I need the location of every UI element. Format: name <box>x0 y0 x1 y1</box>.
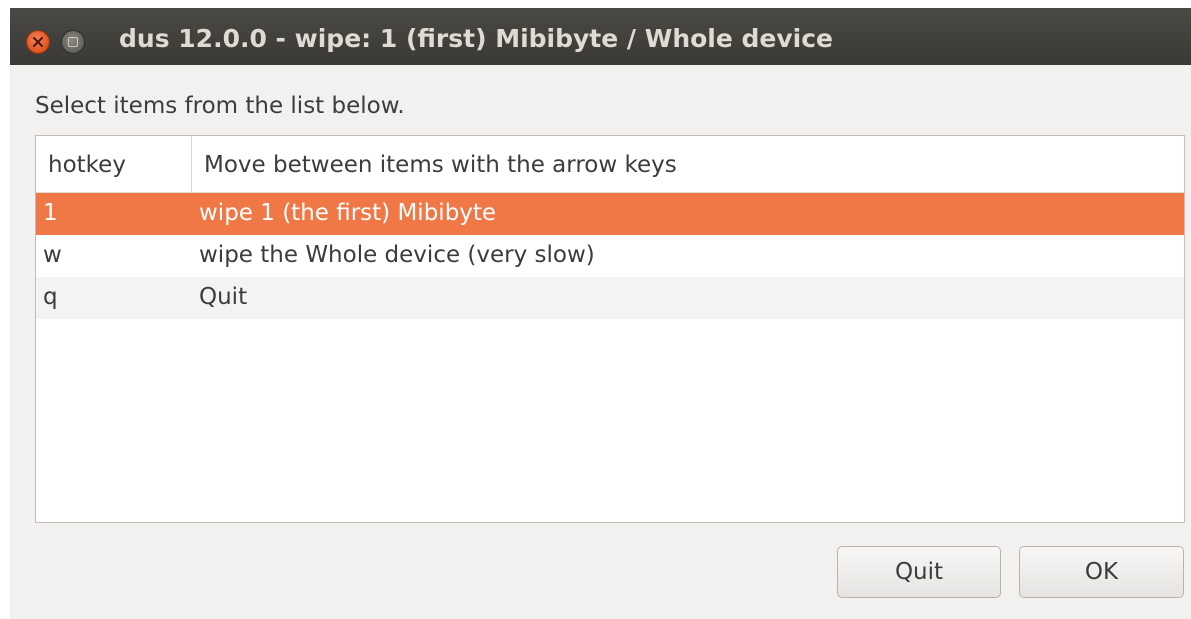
column-header-description-label: Move between items with the arrow keys <box>204 152 677 178</box>
list-item-hotkey: q <box>43 284 58 310</box>
close-icon <box>33 37 43 47</box>
list-item-description: wipe the Whole device (very slow) <box>199 242 595 268</box>
list-item[interactable]: q Quit <box>36 277 1184 319</box>
ok-button[interactable]: OK <box>1019 546 1184 598</box>
list-header: hotkey Move between items with the arrow… <box>36 136 1184 193</box>
list-item-description: wipe 1 (the first) Mibibyte <box>199 200 497 226</box>
item-list[interactable]: hotkey Move between items with the arrow… <box>35 135 1185 523</box>
minimize-icon <box>68 37 78 47</box>
list-item[interactable]: 1 wipe 1 (the first) Mibibyte <box>36 193 1184 235</box>
minimize-button[interactable] <box>61 30 85 54</box>
list-item-description: Quit <box>199 284 248 310</box>
list-item-hotkey: 1 <box>43 200 58 226</box>
dialog-window: dus 12.0.0 - wipe: 1 (first) Mibibyte / … <box>10 8 1191 619</box>
column-header-hotkey-label: hotkey <box>48 152 126 178</box>
list-item[interactable]: w wipe the Whole device (very slow) <box>36 235 1184 277</box>
list-item-hotkey: w <box>43 242 62 268</box>
close-button[interactable] <box>26 30 50 54</box>
column-header-hotkey[interactable]: hotkey <box>36 136 192 192</box>
title-bar[interactable]: dus 12.0.0 - wipe: 1 (first) Mibibyte / … <box>10 8 1191 65</box>
prompt-text: Select items from the list below. <box>35 93 405 119</box>
quit-button[interactable]: Quit <box>837 546 1001 598</box>
window-title: dus 12.0.0 - wipe: 1 (first) Mibibyte / … <box>119 24 834 53</box>
